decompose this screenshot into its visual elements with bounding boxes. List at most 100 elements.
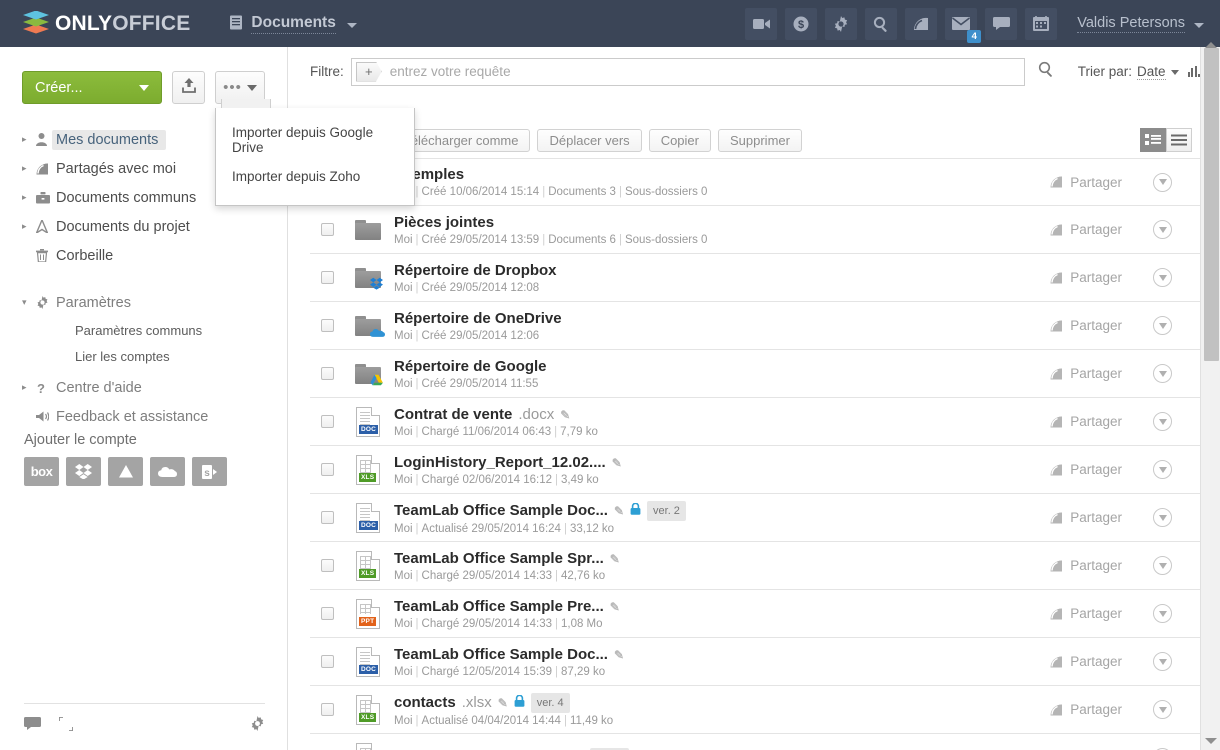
copy-button[interactable]: Copier [648, 128, 711, 152]
table-row[interactable]: DOC Contrat de vente .docx ✎ Moi | Chargé 1… [310, 398, 1200, 446]
table-row[interactable]: XLS TeamLab Office Sample Spr... ✎ Moi | C… [310, 542, 1200, 590]
sidebar-item-parametres[interactable]: ▾ Paramètres [0, 288, 287, 317]
row-actions-button[interactable] [1153, 652, 1172, 671]
row-actions-button[interactable] [1153, 220, 1172, 239]
filter-input-wrapper[interactable]: + entrez votre requête [350, 57, 1025, 86]
table-row[interactable]: PPT Nouvelle présentation ✎ ver. 1 Parta… [310, 734, 1200, 750]
twisty-icon[interactable]: ▾ [22, 297, 36, 308]
share-link[interactable]: Partager [1050, 654, 1122, 669]
calendar-icon[interactable] [1025, 7, 1058, 40]
row-checkbox[interactable] [321, 271, 334, 284]
row-checkbox[interactable] [321, 559, 334, 572]
sort-by-control[interactable]: Trier par: Date [1078, 64, 1200, 80]
edit-pencil-icon[interactable]: ✎ [610, 550, 620, 568]
module-selector[interactable]: Documents [229, 14, 357, 34]
edit-pencil-icon[interactable]: ✎ [560, 406, 570, 424]
share-link[interactable]: Partager [1050, 510, 1122, 525]
table-row[interactable]: Répertoire de OneDrive Moi | Créé 29/05/20… [310, 302, 1200, 350]
plus-icon[interactable]: + [355, 61, 382, 82]
create-button[interactable]: Créer... [22, 71, 162, 104]
row-checkbox[interactable] [321, 415, 334, 428]
row-actions-button[interactable] [1153, 508, 1172, 527]
row-actions-button[interactable] [1153, 700, 1172, 719]
share-link[interactable]: Partager [1050, 175, 1122, 190]
sidebar-subitem-lier-les-comptes[interactable]: Lier les comptes [0, 343, 287, 369]
row-checkbox[interactable] [321, 319, 334, 332]
row-checkbox[interactable] [321, 655, 334, 668]
search-icon[interactable] [1038, 61, 1054, 82]
row-checkbox[interactable] [321, 511, 334, 524]
row-checkbox[interactable] [321, 607, 334, 620]
sidebar-item-feedback[interactable]: Feedback et assistance [0, 402, 287, 431]
edit-pencil-icon[interactable]: ✎ [610, 598, 620, 616]
sidebar-item-documents-du-projet[interactable]: ▸ Documents du projet [0, 212, 287, 241]
onlyoffice-logo[interactable]: ONLYOFFICE [23, 10, 190, 37]
dollar-icon[interactable]: $ [785, 7, 818, 40]
gear-icon[interactable] [825, 7, 858, 40]
sidebar-item-centre-daide[interactable]: ▸ ? Centre d'aide [0, 373, 287, 402]
sort-bars-icon[interactable] [1187, 66, 1200, 77]
table-row[interactable]: DOC TeamLab Office Sample Doc... ✎ ver. … [310, 494, 1200, 542]
chat-icon[interactable] [985, 7, 1018, 40]
row-actions-button[interactable] [1153, 556, 1172, 575]
table-row[interactable]: XLS LoginHistory_Report_12.02.... ✎ Moi |… [310, 446, 1200, 494]
version-badge[interactable]: ver. 2 [647, 500, 686, 521]
twisty-icon[interactable]: ▸ [22, 163, 36, 174]
table-view-icon[interactable] [1166, 128, 1192, 152]
share-link[interactable]: Partager [1050, 558, 1122, 573]
row-actions-button[interactable] [1153, 364, 1172, 383]
row-checkbox[interactable] [321, 223, 334, 236]
gear-icon[interactable] [250, 716, 265, 736]
table-row[interactable]: Exemples Moi|Créé 10/06/2014 15:14|Docum… [310, 158, 1200, 206]
sidebar-subitem-parametres-communs[interactable]: Paramètres communs [0, 317, 287, 343]
table-row[interactable]: XLS contacts .xlsx ✎ ver. 4 Moi | Actualisé… [310, 686, 1200, 734]
version-badge[interactable]: ver. 4 [530, 692, 570, 713]
crm-gauge-icon[interactable] [905, 7, 938, 40]
row-actions-button[interactable] [1153, 460, 1172, 479]
search-input[interactable]: entrez votre requête [390, 64, 511, 79]
edit-pencil-icon[interactable]: ✎ [612, 454, 622, 472]
twisty-icon[interactable]: ▸ [22, 192, 36, 203]
table-row[interactable]: Répertoire de Google Moi | Créé 29/05/2014… [310, 350, 1200, 398]
share-link[interactable]: Partager [1050, 702, 1122, 717]
onedrive-icon[interactable] [150, 457, 185, 486]
table-row[interactable]: PPT TeamLab Office Sample Pre... ✎ Moi | C… [310, 590, 1200, 638]
list-view-icon[interactable] [1140, 128, 1166, 152]
table-row[interactable]: Répertoire de Dropbox Moi | Créé 29/05/201… [310, 254, 1200, 302]
share-link[interactable]: Partager [1050, 366, 1122, 381]
table-row[interactable]: DOC TeamLab Office Sample Doc... ✎ Moi | C… [310, 638, 1200, 686]
share-link[interactable]: Partager [1050, 270, 1122, 285]
delete-button[interactable]: Supprimer [717, 128, 802, 152]
row-actions-button[interactable] [1153, 604, 1172, 623]
dropbox-icon[interactable] [66, 457, 101, 486]
lock-icon[interactable] [514, 694, 525, 712]
table-row[interactable]: Pièces jointes Moi | Créé 29/05/2014 13:59… [310, 206, 1200, 254]
row-checkbox[interactable] [321, 367, 334, 380]
twisty-icon[interactable]: ▸ [22, 382, 36, 393]
mail-icon[interactable]: 4 [945, 7, 982, 43]
edit-pencil-icon[interactable]: ✎ [498, 694, 508, 712]
sort-by-value[interactable]: Date [1136, 64, 1166, 80]
sharepoint-icon[interactable]: s [192, 457, 227, 486]
move-to-button[interactable]: Déplacer vers [537, 128, 642, 152]
sidebar-item-corbeille[interactable]: Corbeille [0, 241, 287, 270]
search-icon[interactable] [865, 7, 898, 40]
edit-pencil-icon[interactable]: ✎ [614, 646, 624, 664]
scrollbar-thumb[interactable] [1204, 48, 1219, 361]
row-actions-button[interactable] [1153, 172, 1172, 192]
row-actions-button[interactable] [1153, 412, 1172, 431]
row-actions-button[interactable] [1153, 268, 1172, 287]
twisty-icon[interactable]: ▸ [22, 221, 36, 232]
menu-item-import-google-drive[interactable]: Importer depuis Google Drive [216, 118, 414, 162]
scroll-down-arrow-icon[interactable] [1205, 738, 1217, 744]
row-checkbox[interactable] [321, 463, 334, 476]
vertical-scrollbar[interactable] [1200, 42, 1220, 750]
upload-button[interactable] [172, 71, 205, 104]
edit-pencil-icon[interactable]: ✎ [614, 502, 624, 520]
share-link[interactable]: Partager [1050, 414, 1122, 429]
video-icon[interactable] [745, 7, 778, 40]
share-link[interactable]: Partager [1050, 318, 1122, 333]
row-actions-button[interactable] [1153, 316, 1172, 335]
share-link[interactable]: Partager [1050, 222, 1122, 237]
menu-item-import-zoho[interactable]: Importer depuis Zoho [216, 162, 414, 191]
